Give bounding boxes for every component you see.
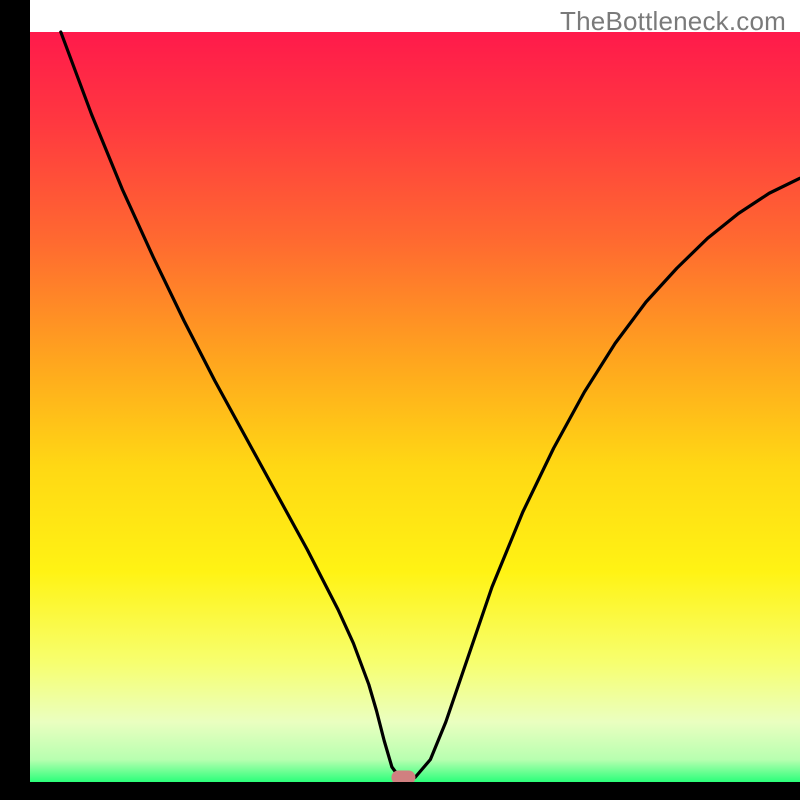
watermark-label: TheBottleneck.com bbox=[560, 6, 786, 37]
chart-container: TheBottleneck.com bbox=[0, 0, 800, 800]
frame-bottom bbox=[0, 782, 800, 800]
frame-left bbox=[0, 0, 30, 800]
gradient-background bbox=[30, 32, 800, 782]
bottleneck-chart bbox=[0, 0, 800, 800]
